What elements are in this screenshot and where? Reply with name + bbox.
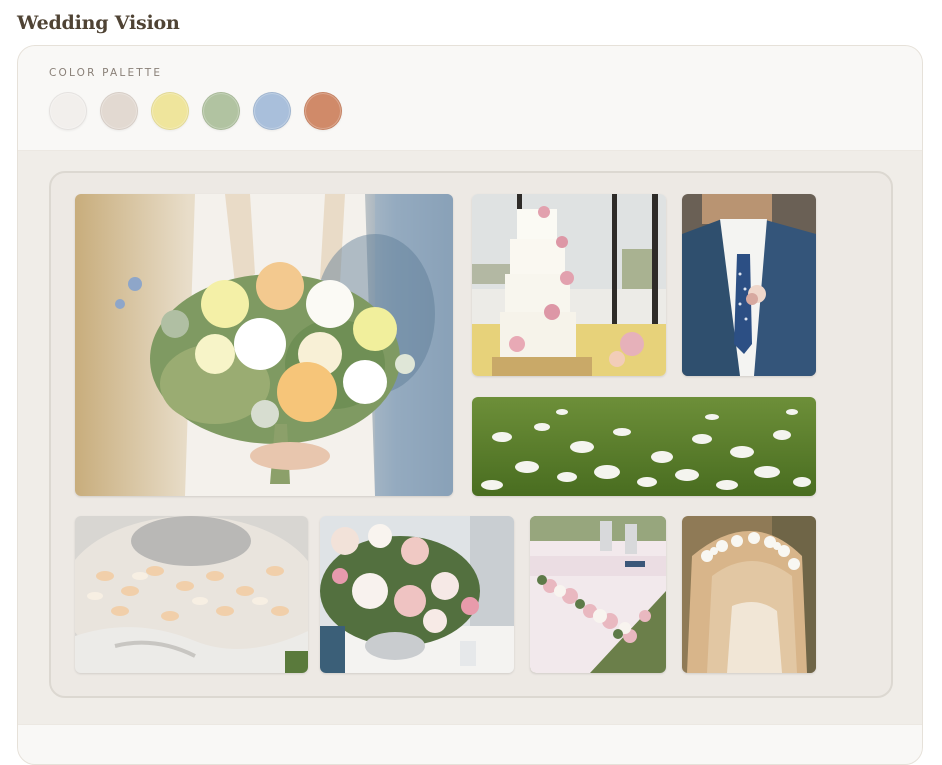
color-swatch[interactable] (202, 92, 240, 130)
petal-fountain-photo[interactable] (75, 516, 308, 673)
color-palette-label: COLOR PALETTE (49, 67, 163, 79)
mood-board (49, 171, 893, 698)
color-swatch[interactable] (100, 92, 138, 130)
wedding-cake-photo[interactable] (472, 194, 666, 376)
wedding-vision-card: COLOR PALETTE (17, 45, 923, 765)
groom-boutonniere-photo[interactable] (682, 194, 816, 376)
centerpiece-photo[interactable] (320, 516, 514, 673)
bridal-bouquet-photo[interactable] (75, 194, 453, 496)
flower-girl-photo[interactable] (682, 516, 816, 673)
color-palette-section: COLOR PALETTE (18, 46, 922, 151)
page-title: Wedding Vision (17, 12, 180, 34)
color-swatch[interactable] (253, 92, 291, 130)
card-footer (18, 724, 922, 764)
color-swatch[interactable] (49, 92, 87, 130)
color-swatch-list (49, 92, 342, 130)
color-swatch[interactable] (151, 92, 189, 130)
petal-lawn-photo[interactable] (472, 397, 816, 496)
color-swatch[interactable] (304, 92, 342, 130)
reception-table-photo[interactable] (530, 516, 666, 673)
